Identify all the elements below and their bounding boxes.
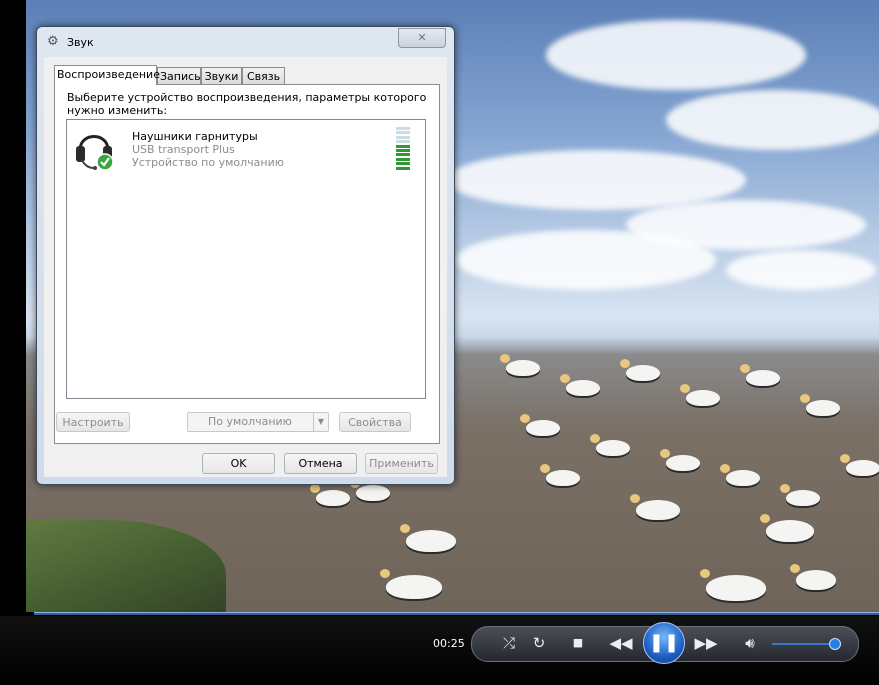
device-status: Устройство по умолчанию [132, 156, 285, 169]
sound-dialog: ⚙ Звук ✕ Воспроизведение Запись Звуки Св… [36, 26, 455, 485]
dialog-title: Звук [67, 36, 94, 49]
level-meter-segment [396, 166, 410, 170]
volume-slider[interactable] [772, 643, 836, 645]
pause-icon: ❚❚ [648, 632, 680, 653]
device-list-item[interactable]: Наушники гарнитуры USB transport Plus Ус… [68, 121, 422, 179]
ok-button[interactable]: OK [202, 453, 275, 474]
configure-button[interactable]: Настроить [56, 412, 130, 432]
seek-bar[interactable] [34, 612, 879, 615]
level-meter-segment [396, 157, 410, 161]
tab-recording[interactable]: Запись [157, 67, 201, 84]
dialog-titlebar[interactable]: ⚙ Звук ✕ [37, 27, 454, 57]
device-list[interactable]: Наушники гарнитуры USB transport Plus Ус… [66, 119, 426, 399]
instruction-text: Выберите устройство воспроизведения, пар… [67, 91, 427, 117]
repeat-icon[interactable]: ↻ [527, 631, 551, 655]
level-meter-segment [396, 135, 410, 139]
device-description: USB transport Plus [132, 143, 235, 156]
previous-button[interactable]: ◀◀ [602, 631, 640, 655]
cancel-button[interactable]: Отмена [284, 453, 357, 474]
headset-icon [72, 124, 116, 172]
level-meter-segment [396, 127, 410, 130]
apply-button[interactable]: Применить [365, 453, 438, 474]
chevron-down-icon[interactable]: ▼ [313, 413, 328, 431]
time-readout: 00:25 [433, 637, 465, 650]
volume-icon[interactable]: 🔊︎ [738, 631, 762, 655]
level-meter-segment [396, 144, 410, 148]
tab-sounds[interactable]: Звуки [201, 67, 242, 84]
level-meter-segment [396, 153, 410, 157]
set-default-dropdown[interactable]: По умолчанию ▼ [187, 412, 329, 432]
close-icon: ✕ [417, 31, 427, 44]
close-button[interactable]: ✕ [398, 28, 446, 48]
stop-button[interactable]: ■ [566, 631, 590, 655]
level-meter-segment [396, 162, 410, 166]
level-meter-segment [396, 131, 410, 135]
dialog-body: Воспроизведение Запись Звуки Связь Выбер… [44, 57, 447, 477]
level-meter-segment [396, 140, 410, 144]
playback-panel: Выберите устройство воспроизведения, пар… [54, 84, 440, 444]
pause-button[interactable]: ❚❚ [643, 622, 685, 664]
tab-playback[interactable]: Воспроизведение [54, 65, 160, 85]
speaker-icon: ⚙ [47, 34, 59, 49]
next-button[interactable]: ▶▶ [687, 631, 725, 655]
shuffle-icon[interactable]: ⤮ [497, 631, 521, 655]
device-name: Наушники гарнитуры [132, 130, 258, 143]
level-meter-segment [396, 149, 410, 152]
level-meter [396, 127, 410, 171]
tab-communications[interactable]: Связь [242, 67, 285, 84]
volume-slider-handle[interactable] [829, 638, 841, 650]
set-default-label: По умолчанию [208, 415, 292, 428]
properties-button[interactable]: Свойства [339, 412, 411, 432]
